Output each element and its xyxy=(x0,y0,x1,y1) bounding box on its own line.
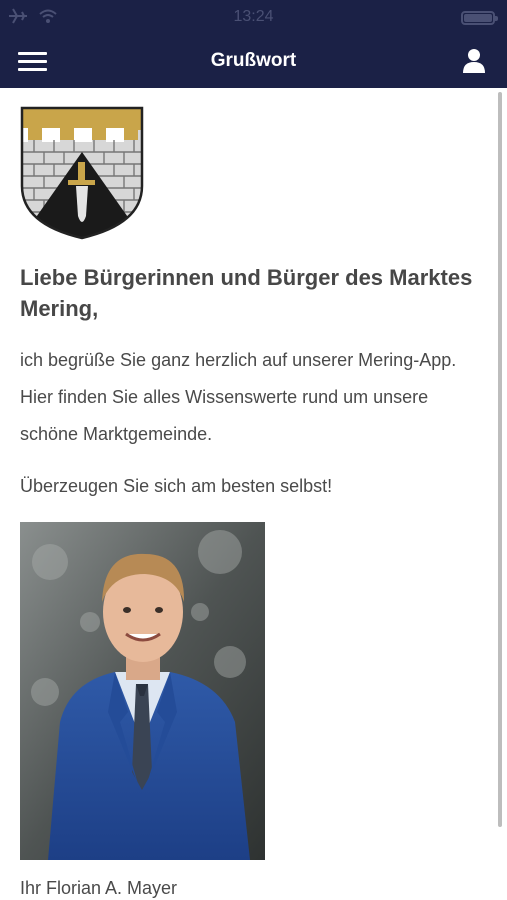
page-title: Grußwort xyxy=(210,50,297,71)
user-icon[interactable] xyxy=(461,48,487,74)
status-bar: 13:24 xyxy=(0,0,507,36)
content-area[interactable]: Liebe Bürgerinnen und Bürger des Marktes… xyxy=(0,88,507,900)
intro-text: ich begrüße Sie ganz herzlich auf unsere… xyxy=(20,350,457,444)
status-time: 13:24 xyxy=(233,8,274,25)
battery-icon xyxy=(461,11,498,25)
call-to-action-text: Überzeugen Sie sich am besten selbst! xyxy=(20,476,333,496)
coat-of-arms-icon xyxy=(20,106,144,240)
greeting-heading: Liebe Bürgerinnen und Bürger des Marktes… xyxy=(20,265,473,321)
nav-bar: Grußwort xyxy=(0,36,507,88)
scrollbar[interactable] xyxy=(498,92,502,827)
signature-text: Ihr Florian A. Mayer xyxy=(20,878,178,898)
portrait-photo xyxy=(20,522,265,860)
